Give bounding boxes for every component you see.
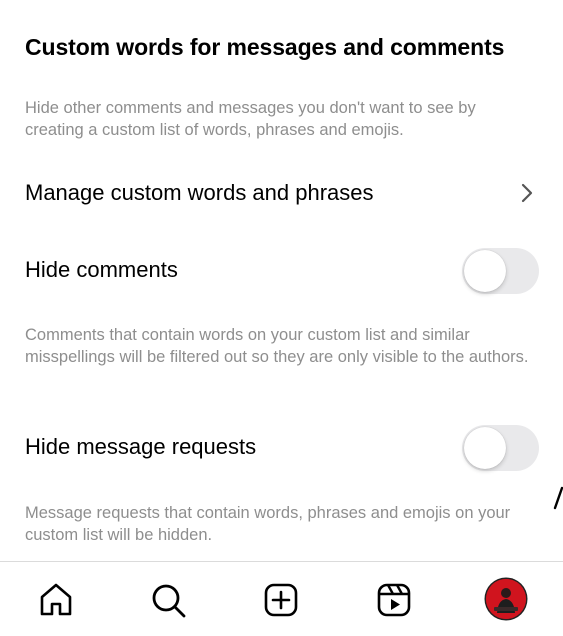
hide-message-requests-description: Message requests that contain words, phr… (25, 504, 511, 544)
bottom-nav-bar (0, 561, 563, 636)
hide-message-requests-toggle[interactable] (462, 425, 539, 471)
nav-reels[interactable] (374, 580, 414, 620)
search-icon (152, 584, 186, 618)
hide-comments-description: Comments that contain words on your cust… (25, 326, 529, 366)
nav-search[interactable] (148, 580, 188, 620)
section-description: Hide other comments and messages you don… (25, 99, 476, 139)
nav-home[interactable] (36, 580, 76, 620)
section-title: Custom words for messages and comments (25, 34, 505, 60)
hide-comments-label: Hide comments (25, 257, 178, 282)
partial-caret-icon (553, 486, 563, 510)
create-icon (264, 583, 298, 617)
reels-icon (377, 583, 411, 617)
avatar (486, 579, 526, 619)
home-icon (40, 583, 72, 616)
hide-message-requests-label: Hide message requests (25, 434, 257, 459)
hide-comments-toggle[interactable] (462, 248, 539, 294)
toggle-knob (464, 427, 506, 469)
nav-create[interactable] (261, 580, 301, 620)
toggle-knob (464, 250, 506, 292)
nav-profile-avatar[interactable] (486, 579, 526, 619)
manage-custom-words-label: Manage custom words and phrases (25, 180, 374, 205)
chevron-right-icon (521, 183, 533, 203)
